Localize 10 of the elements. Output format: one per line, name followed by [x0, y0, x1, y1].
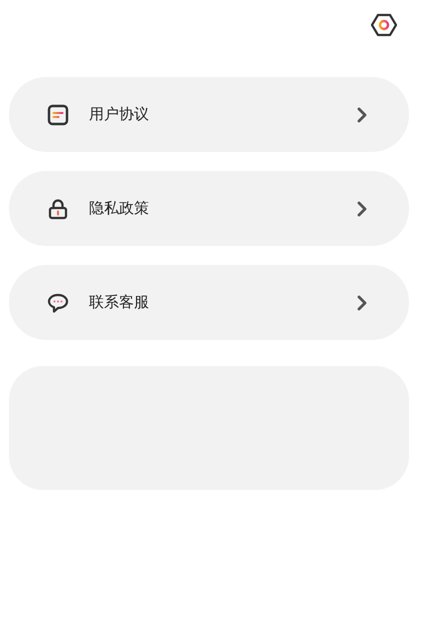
document-icon — [47, 104, 69, 126]
chevron-right-icon — [357, 200, 367, 216]
menu-item[interactable]: 联系客服 — [9, 265, 409, 340]
lock-icon — [47, 198, 69, 220]
settings-icon[interactable] — [371, 13, 397, 37]
menu-item[interactable]: 隐私政策 — [9, 171, 409, 246]
menu-item[interactable]: 用户协议 — [9, 77, 409, 152]
chevron-right-icon — [357, 294, 367, 310]
chat-icon — [47, 292, 69, 314]
chevron-right-icon — [357, 106, 367, 122]
